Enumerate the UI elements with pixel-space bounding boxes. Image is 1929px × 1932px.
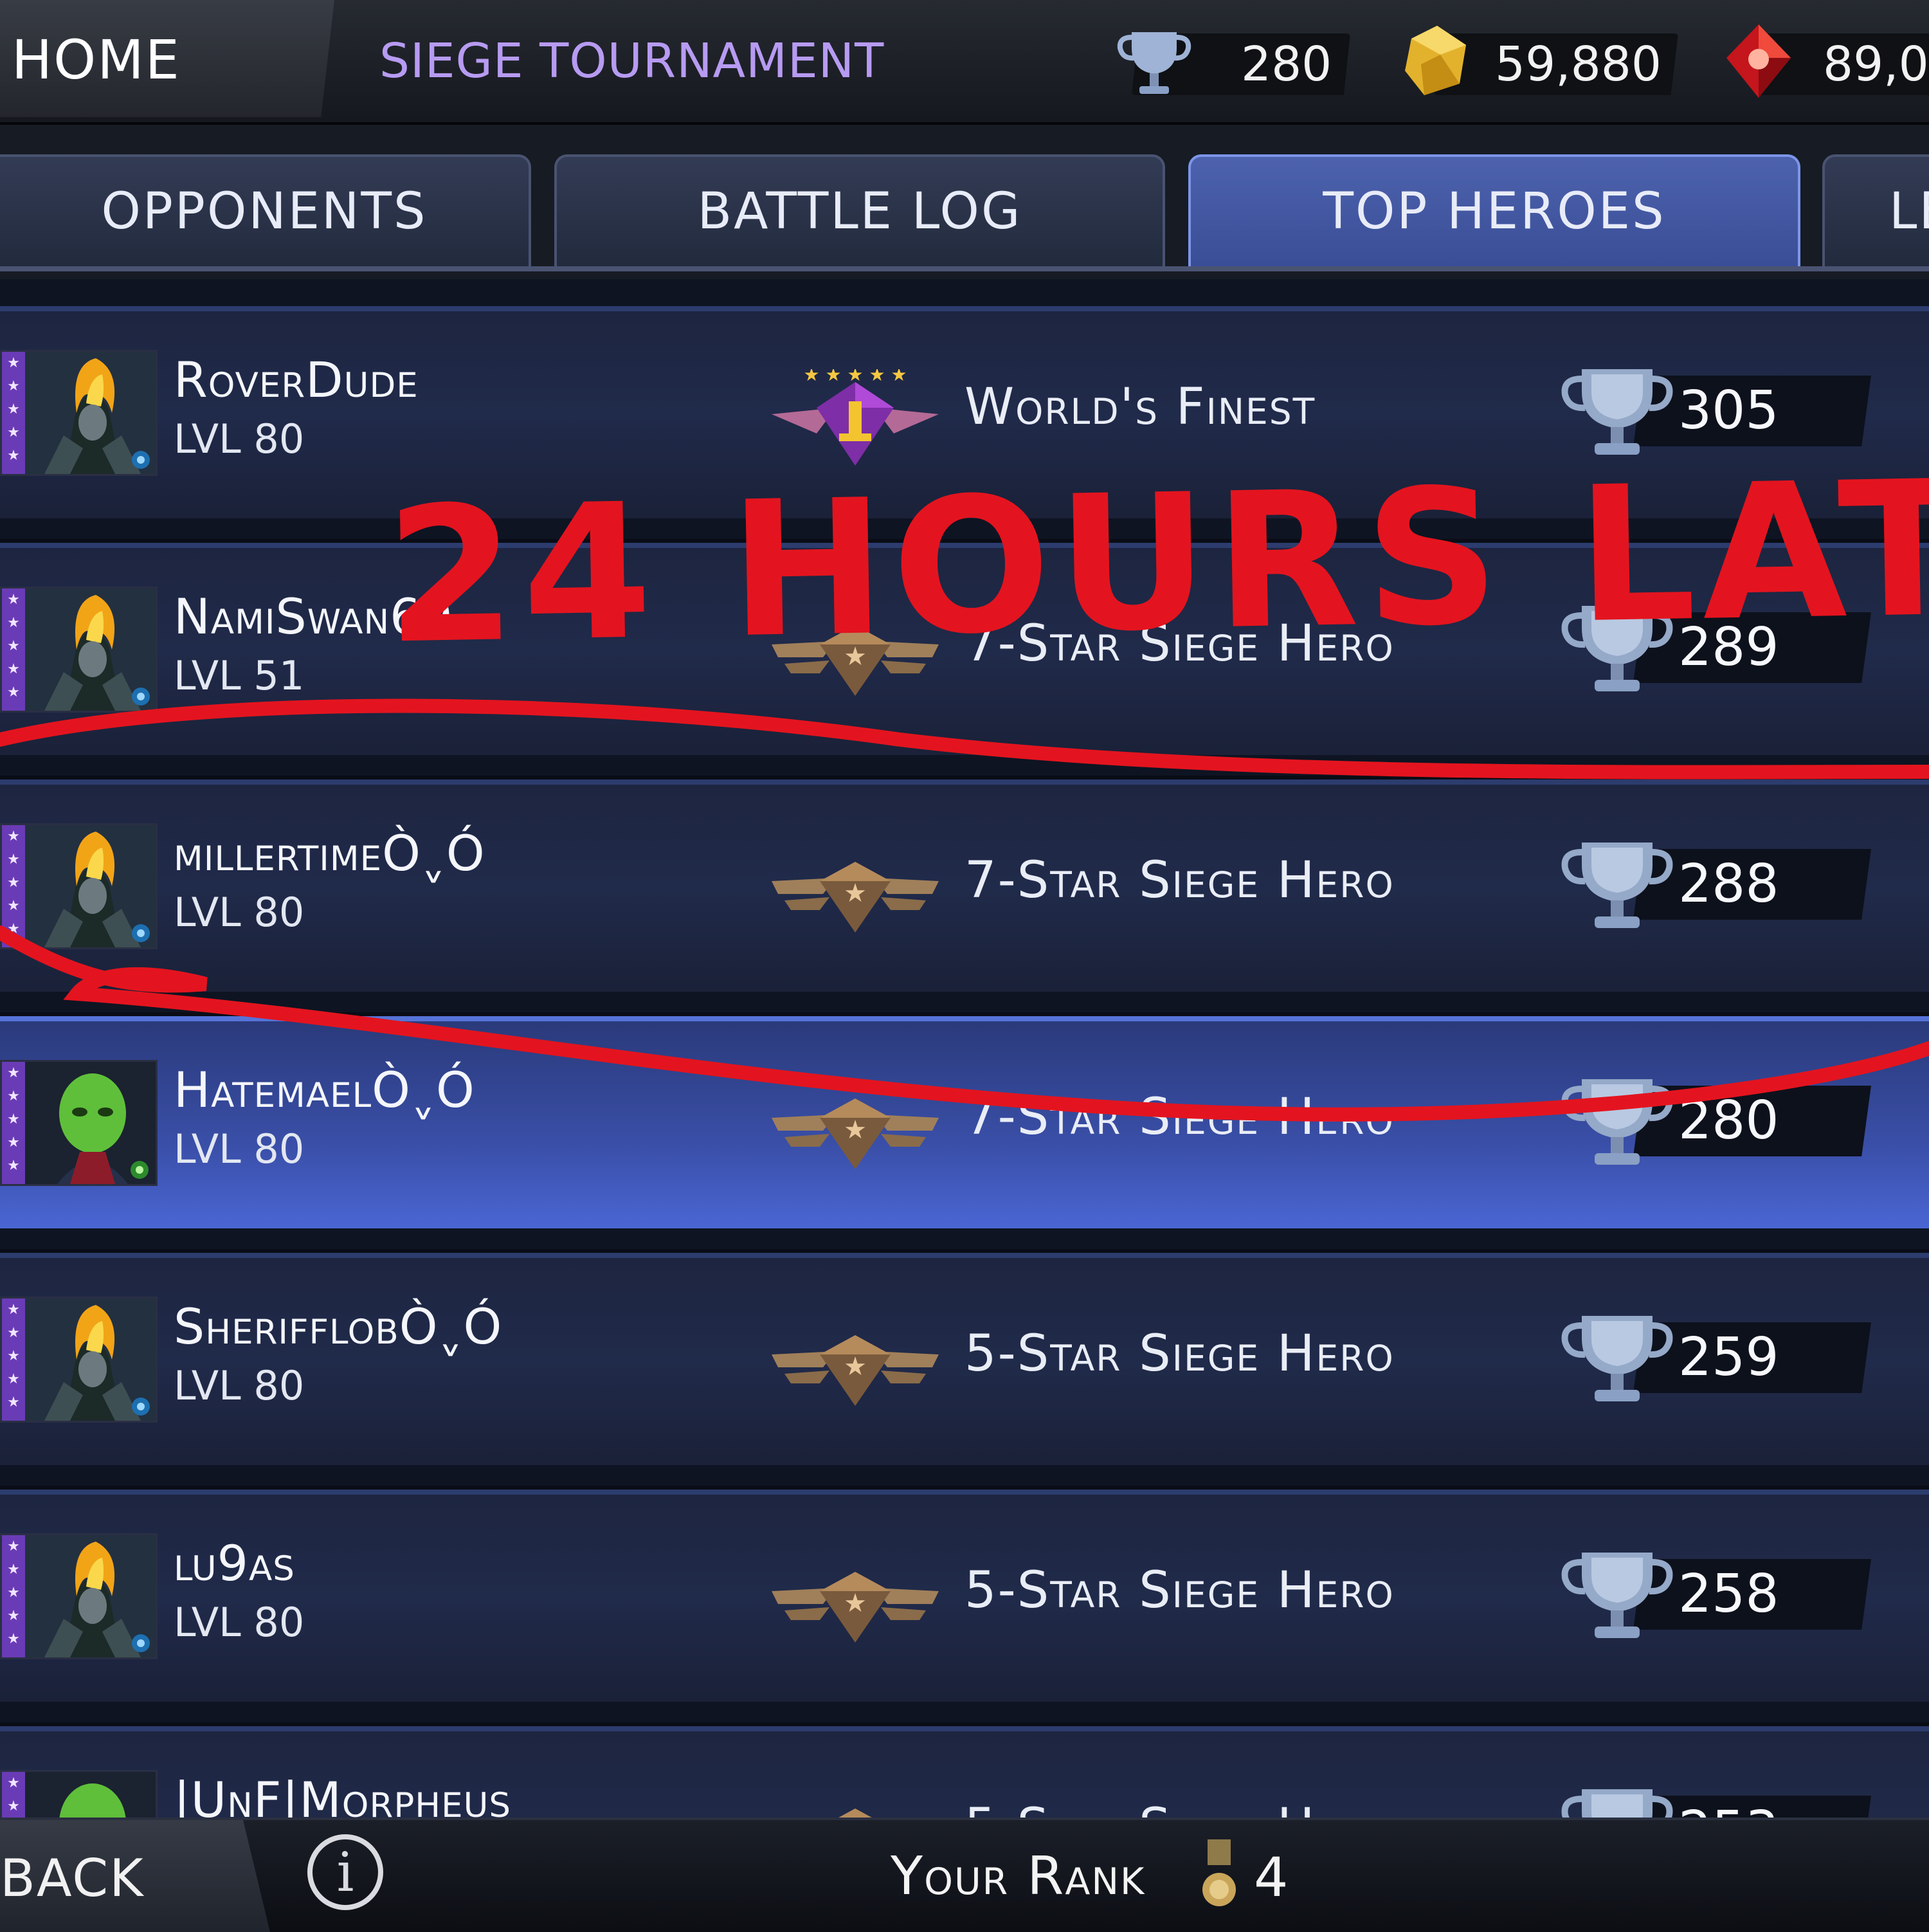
- siege-hero-badge: ★: [759, 1079, 952, 1182]
- trophy-icon: [1556, 830, 1678, 939]
- trophy-count: 280: [1241, 37, 1332, 92]
- player-name: lu9as: [174, 1535, 295, 1592]
- tab-battle-log[interactable]: BATTLE LOG: [554, 154, 1165, 266]
- player-title: 5-Star Siege Hero: [964, 1562, 1395, 1619]
- trophy-count: 280: [1678, 1090, 1779, 1151]
- tab-leaderboard-label: LE: [1889, 183, 1929, 241]
- player-name: HatemaelÒˬÓ: [174, 1061, 475, 1118]
- bottom-bar: BACK i Your Rank 4: [0, 1818, 1929, 1932]
- tab-opponents-label: OPPONENTS: [101, 183, 428, 241]
- player-title: World's Finest: [964, 378, 1316, 436]
- home-label: HOME: [12, 28, 181, 91]
- trophy-count: 258: [1678, 1563, 1779, 1625]
- gold-counter: 59,880: [1395, 19, 1685, 103]
- flame-hero-avatar[interactable]: ★ ★ ★ ★ ★: [0, 350, 158, 476]
- trophy-count: 288: [1678, 853, 1779, 915]
- flame-hero-avatar[interactable]: ★ ★ ★ ★ ★: [0, 1297, 158, 1423]
- player-title: 7-Star Siege Hero: [964, 852, 1395, 909]
- annotation-text: 24 HOURS LATER...: [384, 432, 1929, 686]
- hero-star-rating: ★★★★★: [2, 1772, 25, 1818]
- rank-medal-icon: [1202, 1839, 1236, 1906]
- tab-top-heroes-label: TOP HEROES: [1323, 183, 1666, 241]
- svg-text:★: ★: [844, 879, 867, 908]
- player-level: LVL 80: [174, 889, 305, 936]
- crystal-icon: [1726, 24, 1791, 98]
- flame-hero-avatar[interactable]: ★ ★ ★ ★ ★: [0, 1533, 158, 1659]
- trophy-counter: 280: [1112, 19, 1357, 103]
- breadcrumb: SIEGE TOURNAMENT: [379, 33, 885, 89]
- trophy-count: 305: [1678, 380, 1779, 441]
- hero-star-rating: ★★★★★: [2, 825, 25, 947]
- hero-star-rating: ★★★★★: [2, 352, 25, 474]
- green-alien-avatar[interactable]: ★★★★★: [0, 1770, 158, 1818]
- flame-hero-avatar[interactable]: ★ ★ ★ ★ ★: [0, 587, 158, 713]
- tab-top-heroes[interactable]: TOP HEROES: [1188, 154, 1800, 266]
- trophy-count: 259: [1678, 1327, 1779, 1388]
- trophy-icon: [1556, 1776, 1678, 1818]
- worlds-finest-badge: ★ ★ ★ ★ ★: [759, 364, 952, 472]
- trophy-icon: [1556, 1540, 1678, 1649]
- svg-text:★: ★: [844, 1352, 867, 1381]
- trophy-icon: [1556, 1303, 1678, 1412]
- trophy-count: 253: [1678, 1796, 1779, 1818]
- svg-text:★ ★ ★ ★ ★: ★ ★ ★ ★ ★: [803, 369, 907, 385]
- player-name: SherifflobÒˬÓ: [174, 1298, 503, 1355]
- tabs-divider: [0, 266, 1929, 271]
- back-label: BACK: [0, 1848, 145, 1908]
- player-title: 5-Star Siege Hero: [964, 1325, 1395, 1383]
- tab-leaderboard[interactable]: LE: [1822, 154, 1929, 266]
- leaderboard-row[interactable]: ★ ★ ★ ★ ★ lu9as LVL 80 ★ 5-Star Siege Hero: [0, 1490, 1929, 1702]
- crystal-count: 89,0: [1823, 37, 1929, 92]
- leaderboard-row[interactable]: ★ ★ ★ ★ ★ millertimeÒˬÓ LVL 80 ★ 7-Star Sieg: [0, 779, 1929, 992]
- player-title: 7-Star Siege Hero: [964, 1088, 1395, 1146]
- hero-star-rating: ★★★★★: [2, 1299, 25, 1421]
- player-level: LVL 80: [174, 1125, 305, 1172]
- siege-hero-badge: ★: [759, 1553, 952, 1655]
- top-bar: HOME SIEGE TOURNAMENT 280 59,880 89,0: [0, 0, 1929, 125]
- info-icon[interactable]: i: [307, 1834, 383, 1910]
- svg-text:★: ★: [844, 1589, 867, 1618]
- hero-star-rating: ★★★★★: [2, 1535, 25, 1657]
- siege-hero-badge: ★: [759, 1789, 952, 1818]
- player-name: millertimeÒˬÓ: [174, 825, 485, 882]
- gold-icon: [1405, 26, 1466, 95]
- your-rank-label: Your Rank: [891, 1846, 1146, 1907]
- trophy-icon: [1556, 1066, 1678, 1176]
- leaderboard-row[interactable]: ★ ★ ★ ★ ★ SherifflobÒˬÓ LVL 80 ★ 5-Star Sieg: [0, 1253, 1929, 1465]
- leaderboard-row[interactable]: ★ ★ ★ ★ ★ HatemaelÒˬÓ LVL 80 ★ 7-Star Siege …: [0, 1016, 1929, 1228]
- player-level: LVL 80: [174, 415, 305, 462]
- player-name: |UnF|Morpheus: [174, 1771, 512, 1818]
- player-level: LVL 80: [174, 1362, 305, 1409]
- tab-opponents[interactable]: OPPONENTS: [0, 154, 531, 266]
- player-level: LVL 51: [174, 652, 305, 699]
- hero-star-rating: ★★★★★: [2, 1062, 25, 1184]
- hero-star-rating: ★★★★★: [2, 588, 25, 711]
- back-button[interactable]: BACK: [0, 1820, 270, 1932]
- flame-hero-avatar[interactable]: ★ ★ ★ ★ ★: [0, 823, 158, 949]
- siege-hero-badge: ★: [759, 1316, 952, 1419]
- siege-hero-badge: ★: [759, 843, 952, 945]
- player-level: LVL 80: [174, 1599, 305, 1646]
- tab-battle-log-label: BATTLE LOG: [697, 183, 1022, 241]
- gold-count: 59,880: [1495, 37, 1662, 92]
- player-name: RoverDude: [174, 351, 419, 408]
- trophy-icon: [1117, 32, 1191, 94]
- crystal-counter: 89,0: [1717, 19, 1929, 103]
- your-rank-value: 4: [1254, 1846, 1289, 1909]
- green-alien-avatar[interactable]: ★★★★★: [0, 1060, 158, 1186]
- svg-text:★: ★: [844, 1115, 867, 1145]
- home-button[interactable]: HOME: [0, 0, 334, 117]
- leaderboard-row[interactable]: ★★★★★ |UnF|Morpheus LVL 80 ★ 5-Star Sieg…: [0, 1726, 1929, 1818]
- player-title: 5-Star Siege Hero: [964, 1798, 1395, 1818]
